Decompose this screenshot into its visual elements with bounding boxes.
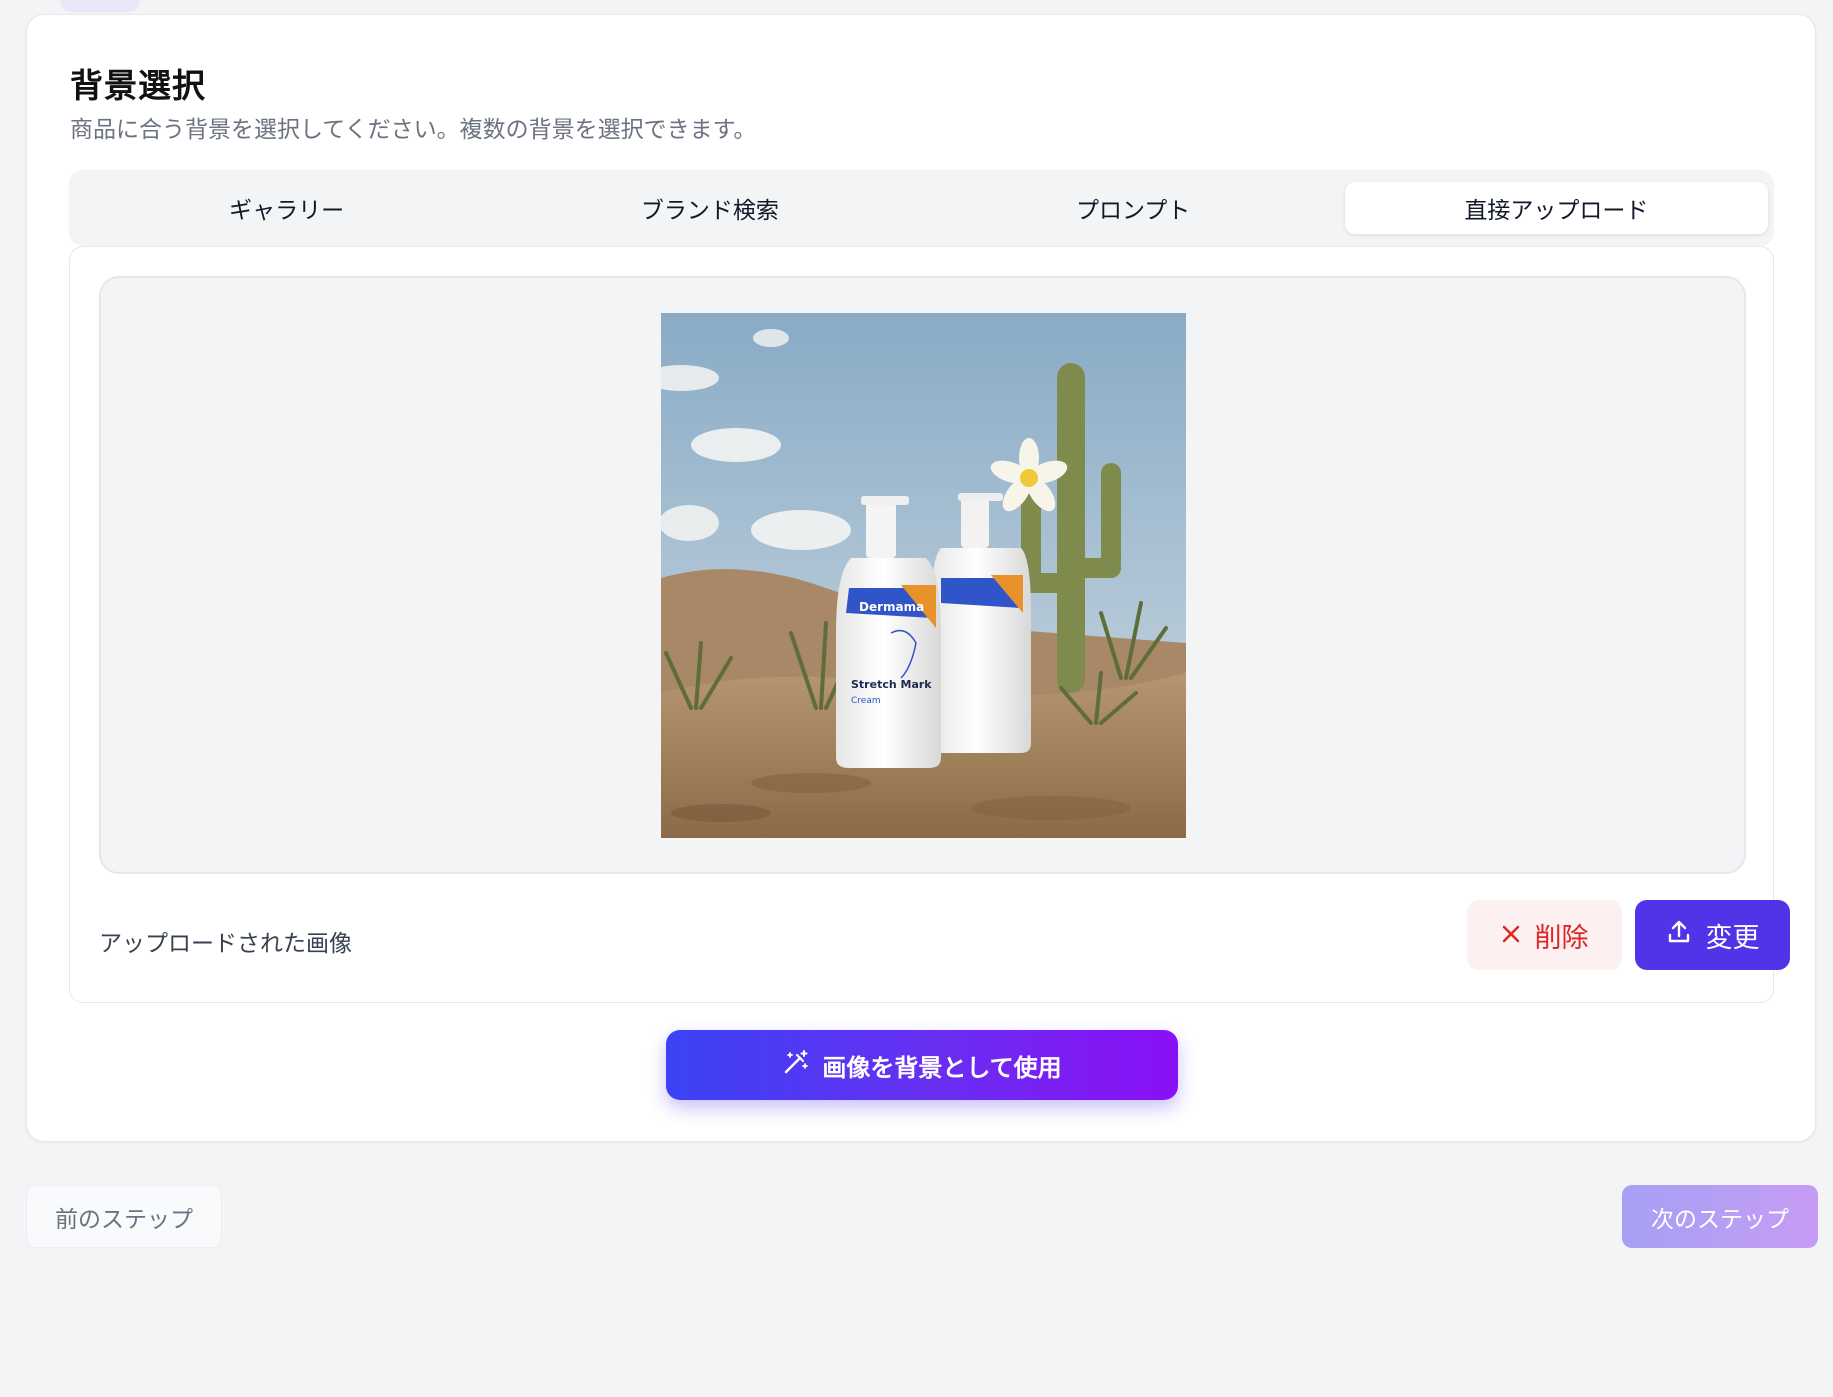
magic-wand-icon [782, 1048, 810, 1082]
bottle-brand: Dermama [859, 600, 924, 614]
next-step-button[interactable]: 次のステップ [1622, 1185, 1818, 1248]
uploaded-image-caption: アップロードされた画像 [99, 931, 352, 957]
page-title: 背景選択 [70, 66, 206, 105]
tab-direct-upload[interactable]: 直接アップロード [1344, 182, 1768, 234]
image-preview-area: Dermama Stretch Mark Cream [99, 276, 1746, 874]
previous-step-button[interactable]: 前のステップ [26, 1185, 222, 1248]
use-as-background-button[interactable]: 画像を背景として使用 [666, 1030, 1178, 1100]
tab-gallery[interactable]: ギャラリー [75, 182, 498, 234]
change-button[interactable]: 変更 [1635, 900, 1790, 970]
uploaded-image: Dermama Stretch Mark Cream [661, 313, 1186, 838]
product-photo: Dermama Stretch Mark Cream [661, 313, 1186, 838]
change-button-label: 変更 [1705, 922, 1760, 954]
use-as-background-label: 画像を背景として使用 [822, 1053, 1062, 1082]
delete-button-label: 削除 [1534, 922, 1589, 954]
bottle-product: Stretch Mark [851, 678, 932, 691]
top-decoration [60, 0, 140, 12]
delete-button[interactable]: 削除 [1467, 900, 1622, 970]
tab-prompt[interactable]: プロンプト [922, 182, 1345, 234]
tab-brand-search[interactable]: ブランド検索 [498, 182, 921, 234]
tab-bar: ギャラリー ブランド検索 プロンプト 直接アップロード [69, 170, 1774, 246]
upload-panel: Dermama Stretch Mark Cream アップロードされた画像 削… [69, 246, 1790, 1003]
close-icon [1501, 920, 1521, 951]
background-selection-card: 背景選択 商品に合う背景を選択してください。複数の背景を選択できます。 ギャラリ… [26, 14, 1816, 1142]
bottle-sub: Cream [851, 696, 881, 706]
upload-icon [1666, 919, 1692, 952]
page-subtitle: 商品に合う背景を選択してください。複数の背景を選択できます。 [70, 117, 757, 143]
